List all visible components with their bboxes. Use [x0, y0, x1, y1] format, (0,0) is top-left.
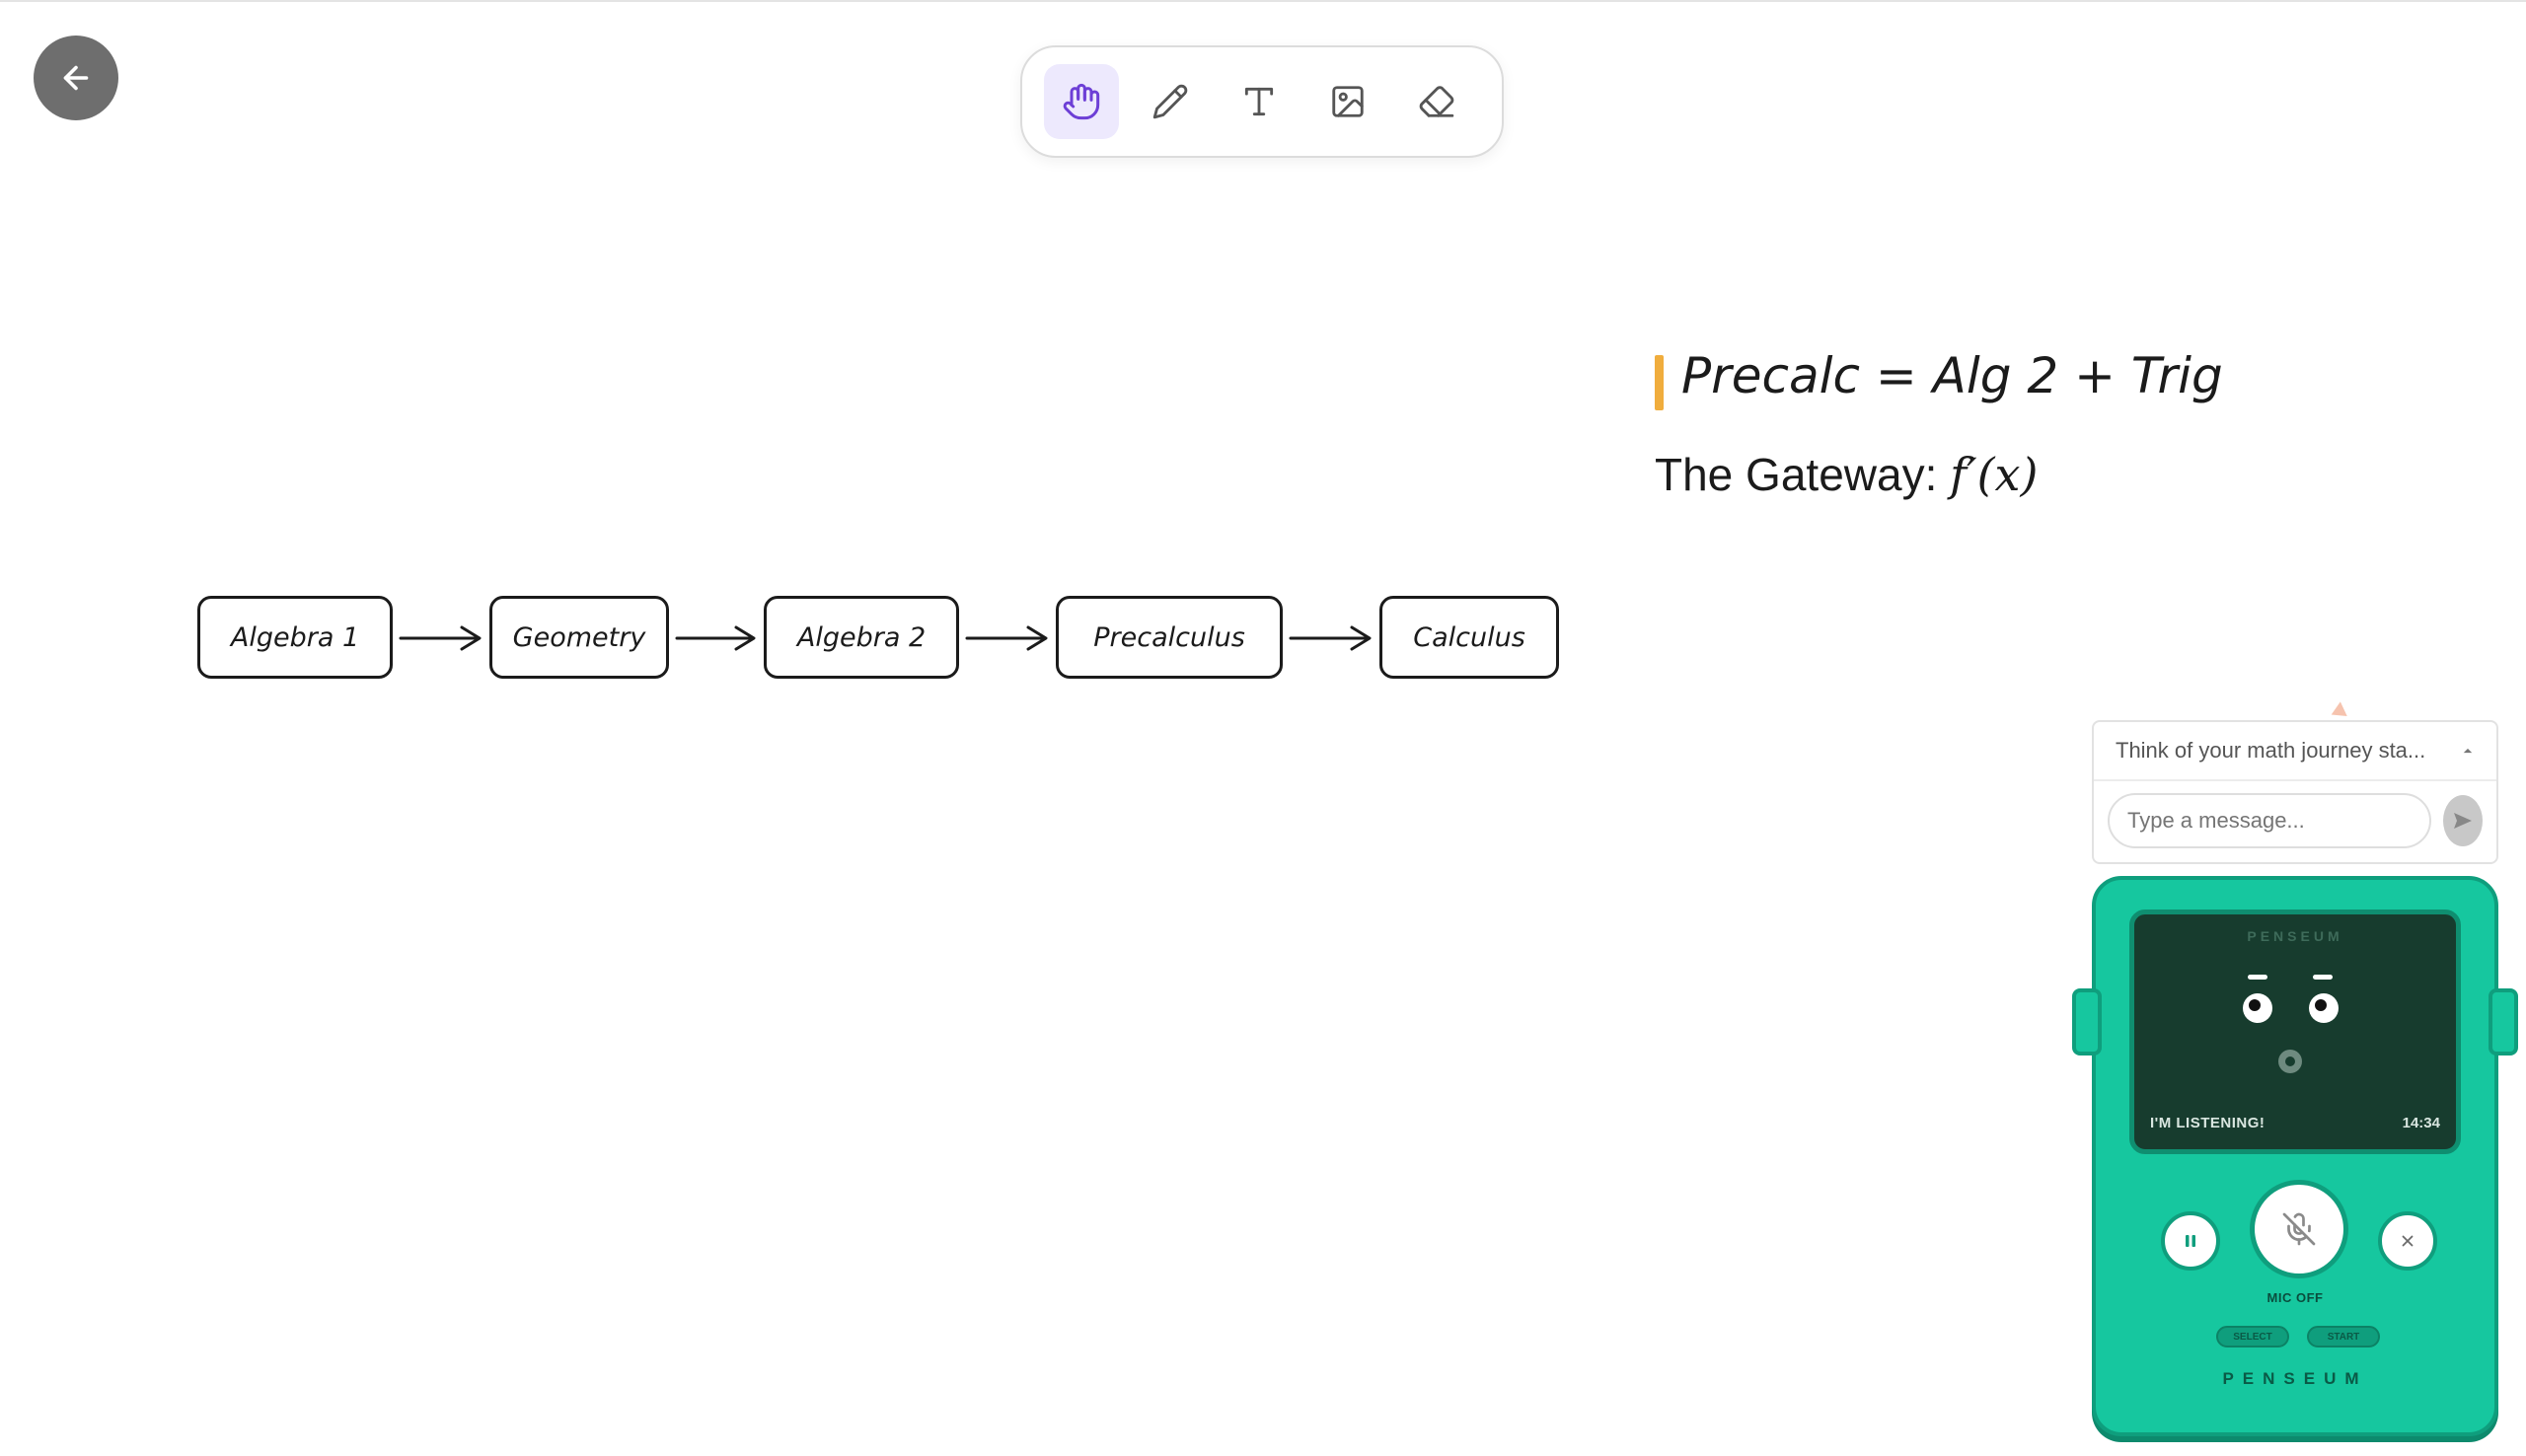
- session-timer: 14:34: [2402, 1115, 2440, 1131]
- arrow-connector: [1289, 625, 1372, 651]
- mic-off-icon: [2282, 1212, 2316, 1246]
- mic-status-label: MIC OFF: [2266, 1290, 2324, 1305]
- pause-icon: [2186, 1235, 2195, 1247]
- mic-toggle-button[interactable]: [2250, 1180, 2348, 1278]
- penseum-assistant-device: PENSEUM I'M LISTENING! 14:34 MIC OFF SEL…: [2072, 876, 2518, 1436]
- canvas-page: Algebra 1 Geometry Algebra 2 Precalculus…: [0, 0, 2526, 1456]
- device-screen: PENSEUM I'M LISTENING! 14:34: [2129, 910, 2461, 1154]
- select-button[interactable]: SELECT: [2216, 1326, 2289, 1347]
- chevron-up-icon: [2463, 748, 2473, 754]
- note-subtitle[interactable]: The Gateway: f′(x): [1655, 448, 2038, 501]
- listening-status: I'M LISTENING!: [2150, 1115, 2266, 1131]
- chat-panel: Think of your math journey sta...: [2092, 720, 2498, 864]
- device-left-ear: [2072, 988, 2102, 1056]
- note-subtitle-math: f′(x): [1950, 448, 2039, 501]
- message-input[interactable]: [2108, 793, 2431, 848]
- close-button[interactable]: [2378, 1211, 2437, 1271]
- chat-prompt-text: Think of your math journey sta...: [2116, 738, 2426, 763]
- pause-button[interactable]: [2161, 1211, 2220, 1271]
- start-button[interactable]: START: [2307, 1326, 2380, 1347]
- device-brand-label: PENSEUM: [2222, 1369, 2368, 1388]
- note-subtitle-text: The Gateway:: [1655, 449, 1951, 500]
- arrow-connector: [675, 625, 756, 651]
- arrow-connector: [965, 625, 1048, 651]
- arrow-connector: [399, 625, 482, 651]
- chat-prompt-header[interactable]: Think of your math journey sta...: [2094, 722, 2496, 781]
- send-button[interactable]: [2443, 795, 2483, 846]
- note-accent-bar: [1655, 355, 1664, 410]
- send-icon: [2454, 813, 2472, 829]
- close-icon: [2402, 1235, 2414, 1247]
- note-title[interactable]: Precalc = Alg 2 + Trig: [1681, 347, 2223, 404]
- device-right-ear: [2489, 988, 2518, 1056]
